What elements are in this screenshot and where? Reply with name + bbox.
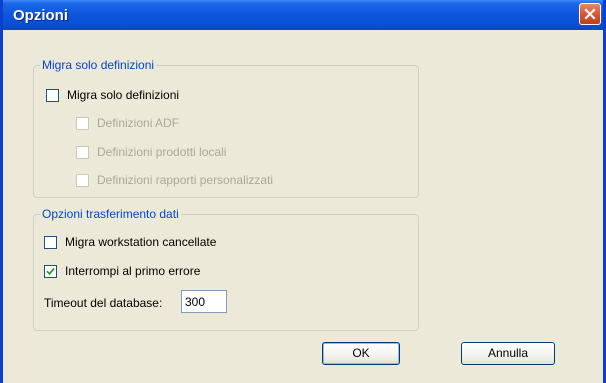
local-products-definitions-label: Definizioni prodotti locali: [97, 145, 227, 159]
options-dialog: Opzioni Migra solo definizioni Migra sol…: [0, 0, 606, 383]
title-bar[interactable]: Opzioni: [3, 0, 603, 30]
check-mark-icon: [46, 267, 55, 275]
cancel-button[interactable]: Annulla: [461, 342, 555, 365]
custom-reports-definitions-checkbox: [76, 173, 89, 187]
stop-on-first-error-label: Interrompi al primo errore: [65, 264, 201, 278]
transfer-options-group: Opzioni trasferimento dati Migra worksta…: [33, 207, 419, 331]
adf-definitions-label: Definizioni ADF: [97, 116, 180, 130]
close-button[interactable]: [579, 3, 601, 25]
definitions-group: Migra solo definizioni Migra solo defini…: [33, 58, 419, 198]
database-timeout-input[interactable]: [181, 290, 227, 313]
deleted-workstations-checkbox[interactable]: [44, 235, 57, 249]
custom-reports-definitions-label: Definizioni rapporti personalizzati: [97, 173, 274, 187]
custom-reports-definitions-option: Definizioni rapporti personalizzati: [76, 172, 273, 188]
migrate-definitions-option[interactable]: Migra solo definizioni: [46, 87, 179, 103]
adf-definitions-checkbox: [76, 116, 89, 130]
stop-on-first-error-checkbox[interactable]: [44, 264, 57, 278]
close-icon: [584, 8, 596, 20]
deleted-workstations-label: Migra workstation cancellate: [65, 235, 217, 249]
adf-definitions-option: Definizioni ADF: [76, 115, 179, 131]
definitions-group-title: Migra solo definizioni: [40, 58, 157, 72]
database-timeout-label: Timeout del database:: [44, 296, 163, 310]
stop-on-first-error-option[interactable]: Interrompi al primo errore: [44, 263, 200, 279]
migrate-definitions-checkbox[interactable]: [46, 88, 59, 102]
transfer-options-group-title: Opzioni trasferimento dati: [40, 207, 181, 221]
local-products-definitions-checkbox: [76, 145, 89, 159]
local-products-definitions-option: Definizioni prodotti locali: [76, 144, 226, 160]
ok-button[interactable]: OK: [322, 342, 400, 365]
migrate-definitions-label: Migra solo definizioni: [67, 88, 180, 102]
dialog-title: Opzioni: [13, 7, 68, 24]
deleted-workstations-option[interactable]: Migra workstation cancellate: [44, 234, 216, 250]
